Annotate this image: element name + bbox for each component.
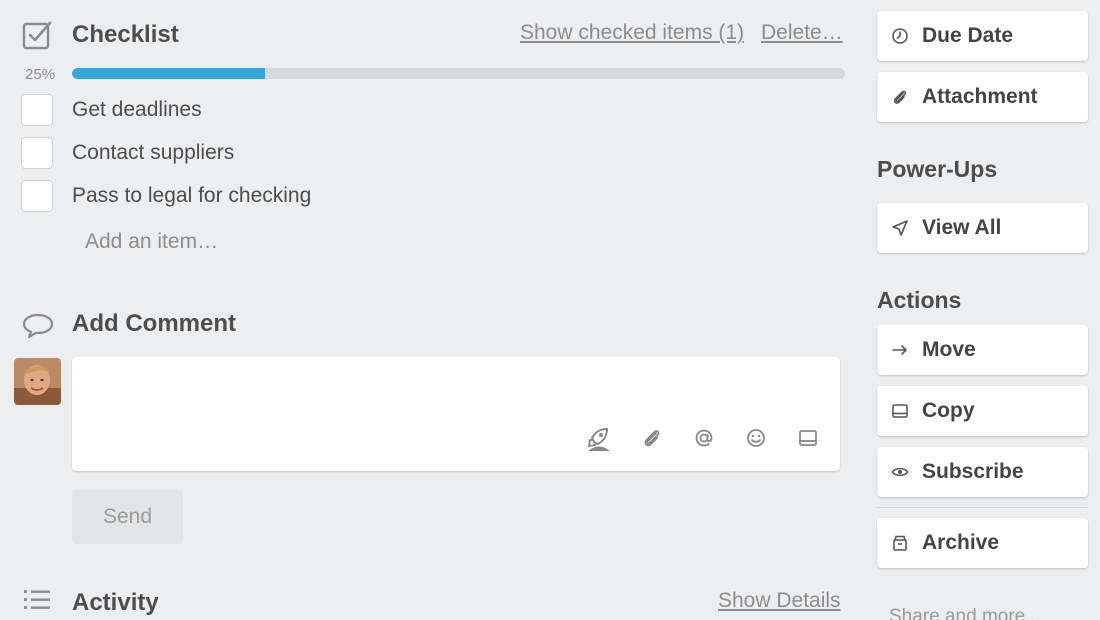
rocket-icon xyxy=(890,218,910,238)
mention-icon[interactable] xyxy=(690,424,718,452)
checklist-icon xyxy=(20,18,54,52)
comment-icon xyxy=(20,310,56,340)
send-button[interactable]: Send xyxy=(72,490,183,544)
checklist-item: Get deadlines xyxy=(21,94,721,126)
attachment-button[interactable]: Attachment xyxy=(877,72,1088,122)
comment-input[interactable] xyxy=(84,367,824,427)
checklist-item-label[interactable]: Get deadlines xyxy=(72,98,202,122)
clock-icon xyxy=(890,26,910,46)
view-all-label: View All xyxy=(922,216,1002,239)
activity-title: Activity xyxy=(72,589,159,616)
actions-heading: Actions xyxy=(877,287,962,313)
due-date-label: Due Date xyxy=(922,24,1014,47)
archive-button[interactable]: Archive xyxy=(877,518,1088,568)
card-icon[interactable] xyxy=(794,424,822,452)
add-comment-title: Add Comment xyxy=(72,310,236,337)
add-item-link[interactable]: Add an item… xyxy=(85,230,218,254)
checklist-item: Pass to legal for checking xyxy=(21,180,721,212)
view-all-button[interactable]: View All xyxy=(877,203,1088,253)
delete-checklist-link[interactable]: Delete… xyxy=(761,21,843,45)
power-ups-heading: Power-Ups xyxy=(877,156,998,182)
checklist-item-checkbox[interactable] xyxy=(21,180,53,212)
move-label: Move xyxy=(922,338,976,361)
checklist-item-checkbox[interactable] xyxy=(21,137,53,169)
paperclip-icon xyxy=(890,87,910,107)
attachment-icon[interactable] xyxy=(638,424,666,452)
copy-label: Copy xyxy=(922,399,975,422)
checklist-item-checkbox[interactable] xyxy=(21,94,53,126)
subscribe-button[interactable]: Subscribe xyxy=(877,447,1088,497)
avatar xyxy=(14,358,61,405)
attachment-label: Attachment xyxy=(922,85,1038,108)
move-button[interactable]: Move xyxy=(877,325,1088,375)
subscribe-label: Subscribe xyxy=(922,460,1024,483)
progress-bar-fill xyxy=(72,68,266,79)
show-checked-items-link[interactable]: Show checked items (1) xyxy=(520,21,744,45)
card-detail-page: Checklist Show checked items (1) Delete…… xyxy=(0,0,1100,620)
sidebar-divider xyxy=(877,507,1088,508)
checklist-item-label[interactable]: Pass to legal for checking xyxy=(72,184,311,208)
checklist-title: Checklist xyxy=(72,21,179,48)
share-and-more-link[interactable]: Share and more... xyxy=(889,606,1041,620)
checklist-item: Contact suppliers xyxy=(21,137,721,169)
card-icon xyxy=(890,401,910,421)
archive-icon xyxy=(890,533,910,553)
show-details-link[interactable]: Show Details xyxy=(718,589,841,613)
arrow-right-icon xyxy=(890,340,910,360)
activity-icon xyxy=(20,586,54,616)
archive-label: Archive xyxy=(922,531,1000,554)
copy-button[interactable]: Copy xyxy=(877,386,1088,436)
emoji-icon[interactable] xyxy=(742,424,770,452)
progress-percent: 25% xyxy=(25,66,56,83)
due-date-button[interactable]: Due Date xyxy=(877,11,1088,61)
eye-icon xyxy=(890,462,910,482)
checklist-item-label[interactable]: Contact suppliers xyxy=(72,141,234,165)
comment-box xyxy=(72,357,840,471)
progress-bar xyxy=(72,68,845,79)
rocket-icon[interactable] xyxy=(585,424,613,452)
